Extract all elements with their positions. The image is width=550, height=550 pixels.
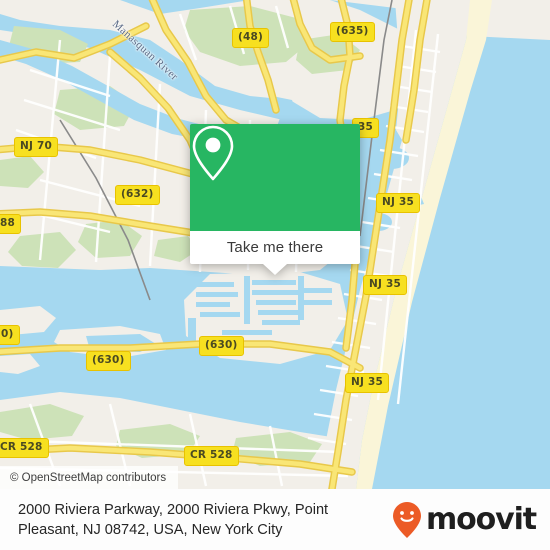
road-shield-88[interactable]: 88	[0, 214, 22, 234]
attribution-text: © OpenStreetMap contributors	[10, 471, 167, 484]
road-shield-partial-left[interactable]: (0)	[0, 325, 20, 345]
moovit-logo[interactable]: moovit	[392, 501, 537, 539]
address-line-2: Pleasant, NJ 08742, USA, New York City	[18, 521, 283, 538]
location-pin-icon	[192, 125, 234, 181]
road-shield-630-west[interactable]: (630)	[86, 351, 131, 371]
road-shield-cr-528-east[interactable]: CR 528	[184, 446, 239, 466]
road-shield-cr-528-west[interactable]: CR 528	[0, 438, 49, 458]
take-me-there-label: Take me there	[226, 239, 324, 256]
address-block: 2000 Riviera Parkway, 2000 Riviera Pkwy,…	[18, 500, 390, 540]
road-shield-nj-35-south[interactable]: NJ 35	[345, 373, 389, 393]
road-shield-48[interactable]: (48)	[232, 28, 270, 48]
moovit-pin-smiley-icon	[392, 501, 421, 538]
road-shield-nj-35-mid[interactable]: NJ 35	[363, 275, 407, 295]
road-shield-630-east[interactable]: (630)	[199, 336, 244, 356]
callout-icon-area	[190, 124, 360, 231]
location-callout-card[interactable]: Take me there	[190, 124, 360, 275]
road-shield-635[interactable]: (635)	[330, 22, 375, 42]
map-attribution[interactable]: © OpenStreetMap contributors	[0, 466, 179, 489]
moovit-location-card: Manasquan River (48) (635) NJ 70 35 (632…	[0, 0, 550, 550]
moovit-wordmark: moovit	[425, 501, 537, 537]
road-shield-nj-35-north[interactable]: NJ 35	[376, 193, 420, 213]
callout-action-bar[interactable]: Take me there	[190, 231, 360, 264]
road-shield-632[interactable]: (632)	[115, 185, 160, 205]
address-line-1: 2000 Riviera Parkway, 2000 Riviera Pkwy,…	[18, 501, 329, 518]
road-shield-nj-70[interactable]: NJ 70	[14, 137, 58, 157]
map-canvas[interactable]: Manasquan River (48) (635) NJ 70 35 (632…	[0, 0, 550, 489]
footer-bar: 2000 Riviera Parkway, 2000 Riviera Pkwy,…	[0, 489, 550, 550]
callout-pointer-tail	[263, 264, 287, 275]
